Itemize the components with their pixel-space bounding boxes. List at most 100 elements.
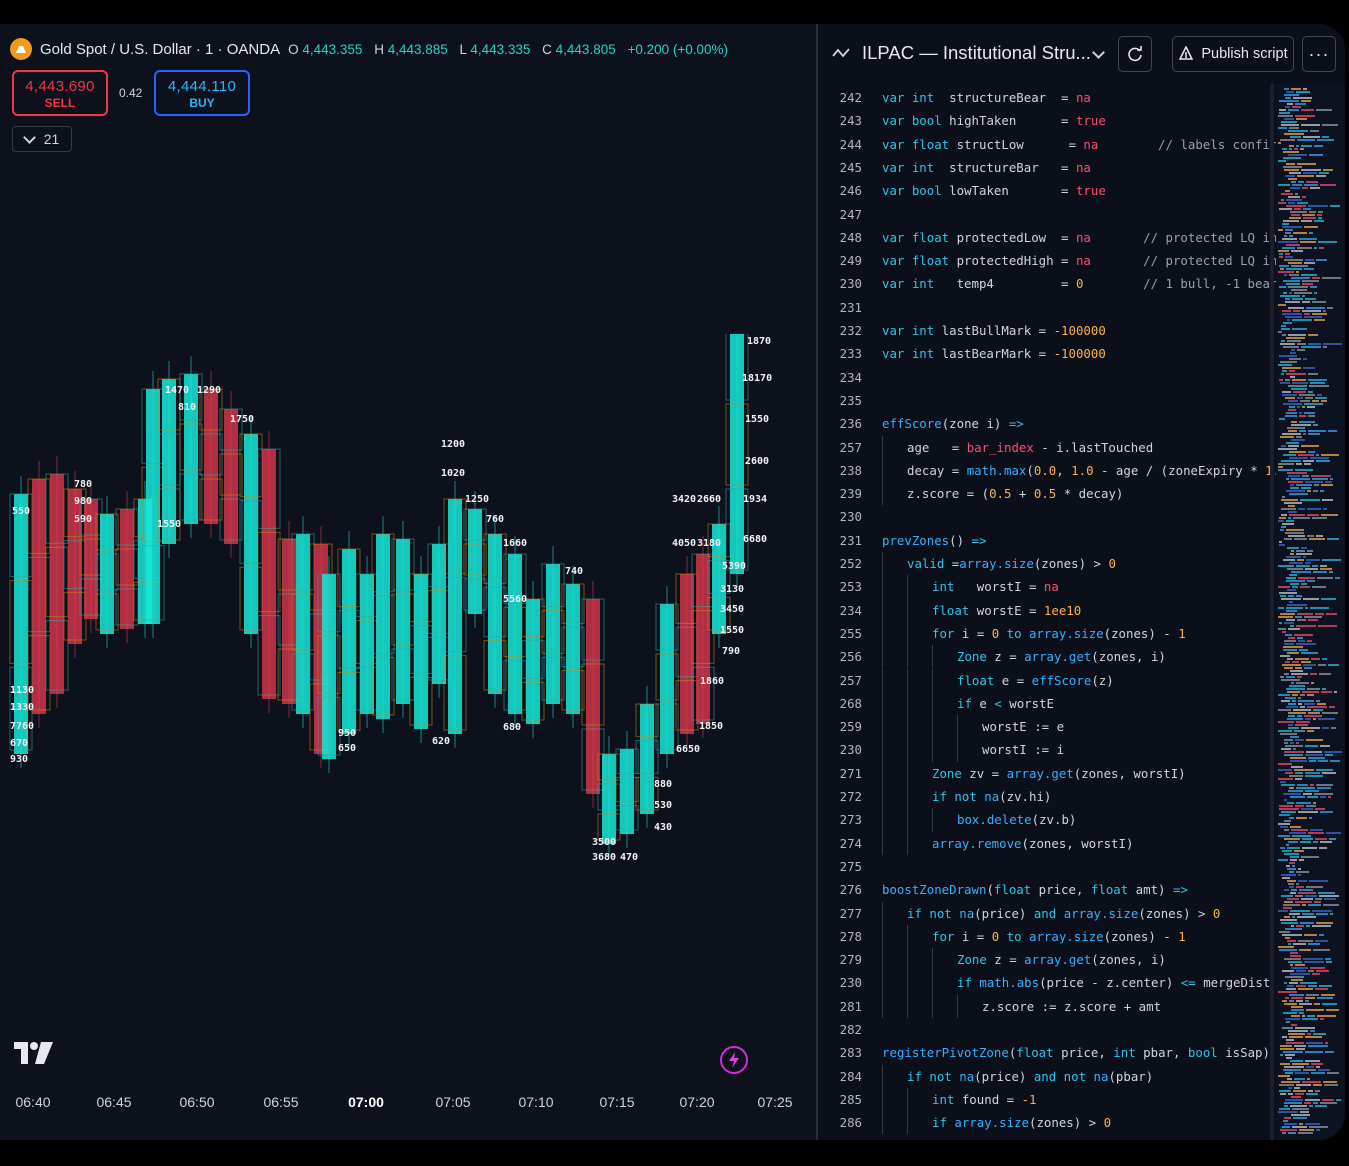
code-line[interactable]: 230 var int temp4 = 0 // 1 bull, -1 bear,… [818, 272, 1278, 295]
code-line[interactable]: 277 if not na(price) and array.size(zones… [818, 901, 1278, 925]
code-line[interactable]: 272 if not na(zv.hi) [818, 785, 1278, 809]
code-line[interactable]: 276 boostZoneDrawn(float price, float amt… [818, 878, 1278, 901]
code-line[interactable]: 245 var int structureBar = na [818, 156, 1278, 179]
code-line[interactable]: 257 age = bar_index - i.lastTouched [818, 435, 1278, 459]
minimap-line [1313, 709, 1323, 711]
code-line[interactable]: 259 worstE := e [818, 715, 1278, 739]
code-line[interactable]: 234 [818, 366, 1278, 389]
more-options-button[interactable]: ··· [1302, 36, 1336, 72]
code-line[interactable]: 230 if math.abs(price - z.center) <= merg… [818, 971, 1278, 995]
code-line[interactable]: 238 decay = math.max(0.0, 1.0 - age / (zo… [818, 458, 1278, 483]
minimap-line [1296, 886, 1304, 888]
code-line[interactable]: 286 if array.size(zones) > 0 [818, 1111, 1278, 1135]
code-line[interactable]: 255 for i = 0 to array.size(zones) - 1 [818, 621, 1278, 646]
minimap-line [1325, 754, 1333, 756]
minimap-line [1320, 796, 1326, 798]
code-line[interactable]: 274 array.remove(zones, worstI) [818, 831, 1278, 855]
editor-scrollbar[interactable] [1270, 84, 1274, 1140]
code-line[interactable]: 239 z.score = (0.5 + 0.5 * decay) [818, 482, 1278, 506]
script-title[interactable]: ILPAC — Institutional Stru... [862, 42, 1091, 64]
minimap-line [1299, 949, 1311, 951]
tradingview-logo-icon[interactable] [14, 1040, 56, 1066]
indicator-collapse-toggle[interactable]: 21 [12, 126, 72, 152]
minimap-line [1300, 1111, 1309, 1113]
publish-script-button[interactable]: Publish script [1172, 36, 1294, 72]
time-tick: 07:15 [599, 1094, 635, 1110]
minimap-line [1299, 430, 1306, 432]
code-line[interactable]: 233 var int lastBearMark = -100000 [818, 342, 1278, 365]
minimap-line [1284, 1102, 1302, 1104]
code-token: z.score := z.score + amt [982, 998, 1162, 1014]
code-line[interactable]: 268 if e < worstE [818, 691, 1278, 716]
code-line[interactable]: 257 float e = effScore(z) [818, 668, 1278, 692]
code-minimap[interactable] [1276, 84, 1345, 1140]
code-line[interactable]: 252 valid =array.size(zones) > 0 [818, 552, 1278, 576]
code-line[interactable]: 247 [818, 203, 1278, 226]
code-token: -1 [1021, 1091, 1037, 1107]
code-line[interactable]: 256 Zone z = array.get(zones, i) [818, 645, 1278, 669]
code-line[interactable]: 275 [818, 855, 1278, 878]
code-line[interactable]: 230 worstI := i [818, 738, 1278, 762]
code-line[interactable]: 253 int worstI = na [818, 575, 1278, 599]
code-line[interactable]: 271 Zone zv = array.get(zones, worstI) [818, 761, 1278, 785]
chevron-down-icon[interactable] [1092, 46, 1105, 59]
code-line[interactable]: 230 [818, 505, 1278, 528]
minimap-line [1299, 1012, 1304, 1014]
code-line[interactable]: 285 int found = -1 [818, 1087, 1278, 1112]
code-token: to [999, 928, 1030, 944]
minimap-line [1283, 166, 1302, 168]
code-line[interactable]: 243 var bool highTaken = true [818, 109, 1278, 132]
symbol-title[interactable]: Gold Spot / U.S. Dollar · 1 · OANDA [40, 41, 280, 58]
minimap-line [1322, 658, 1327, 660]
candlestick-plot[interactable]: 1470 1290810 1750 550 1550 1200 1020 1250 760 556… [0, 334, 816, 874]
minimap-line [1285, 232, 1291, 234]
code-line[interactable]: 249 var float protectedHigh = na // prote… [818, 249, 1278, 272]
minimap-line [1323, 904, 1339, 906]
minimap-line [1301, 487, 1311, 489]
code-line[interactable]: 278 for i = 0 to array.size(zones) - 1 [818, 924, 1278, 949]
refresh-button[interactable] [1118, 36, 1152, 72]
minimap-line [1297, 784, 1308, 786]
code-line[interactable]: 236 effScore(zone i) => [818, 412, 1278, 435]
minimap-line [1308, 985, 1317, 987]
minimap-line [1281, 460, 1301, 462]
minimap-line [1317, 997, 1333, 999]
minimap-line [1322, 712, 1338, 714]
code-line[interactable]: 235 [818, 389, 1278, 412]
minimap-line [1286, 478, 1289, 480]
code-line[interactable]: 281 z.score := z.score + amt [818, 994, 1278, 1018]
code-line[interactable]: 244 var float structLow = na // labels co… [818, 133, 1278, 156]
indent-guide [957, 994, 958, 1018]
lightning-icon[interactable] [720, 1046, 748, 1074]
code-line[interactable]: 231 [818, 296, 1278, 319]
code-line[interactable]: 242 var int structureBear = na [818, 86, 1278, 109]
footprint-volume-label: 790 [722, 646, 740, 657]
code-line[interactable]: 232 var int lastBullMark = -100000 [818, 319, 1278, 342]
minimap-line [1316, 922, 1333, 924]
minimap-line [1325, 1042, 1328, 1044]
time-axis[interactable]: 06:40 06:45 06:50 06:55 07:00 07:05 07:10 07:15… [0, 1094, 816, 1114]
code-line[interactable]: 231 prevZones() => [818, 529, 1278, 552]
chart-pane[interactable]: Gold Spot / U.S. Dollar · 1 · OANDA O 4,… [0, 24, 816, 1140]
code-line[interactable]: 282 [818, 1018, 1278, 1041]
indent-guide [907, 785, 908, 809]
code-line[interactable]: 283 registerPivotZone(float price, int pb… [818, 1041, 1278, 1064]
minimap-line [1298, 940, 1313, 942]
code-line[interactable]: 284 if not na(price) and not na(pbar) [818, 1064, 1278, 1088]
code-line[interactable]: 279 Zone z = array.get(zones, i) [818, 948, 1278, 972]
sell-button[interactable]: 4,443.690 SELL [12, 70, 108, 116]
minimap-line [1309, 232, 1313, 234]
minimap-line [1278, 835, 1290, 837]
code-line[interactable]: 234 float worstE = 1ee10 [818, 598, 1278, 622]
code-line[interactable]: 273 box.delete(zv.b) [818, 808, 1278, 832]
code-text: if e < worstE [957, 692, 1054, 715]
code-text: z.score = (0.5 + 0.5 * decay) [907, 482, 1123, 505]
time-tick: 07:05 [435, 1094, 471, 1110]
code-line[interactable]: 246 var bool lowTaken = true [818, 179, 1278, 202]
code-line[interactable]: 248 var float protectedLow = na // protec… [818, 226, 1278, 249]
code-token: effScore [882, 416, 942, 432]
code-token: int [932, 579, 955, 595]
buy-button[interactable]: 4,444.110 BUY [154, 70, 250, 116]
minimap-line [1286, 268, 1302, 270]
code-area[interactable]: 242 var int structureBear = na 243 var bool… [818, 84, 1278, 1140]
